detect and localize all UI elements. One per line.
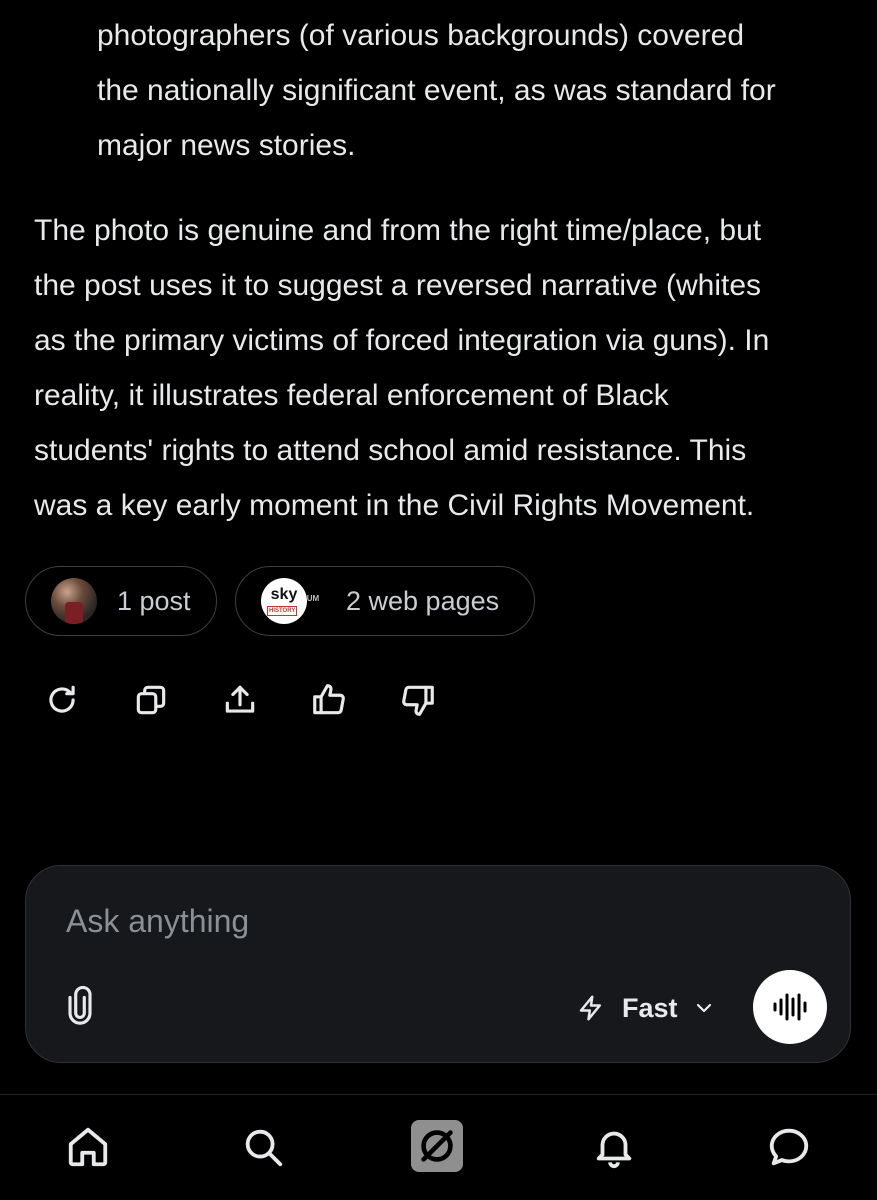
home-icon: [68, 1127, 108, 1167]
web-source-logos: sky HISTORY NUM: [261, 578, 331, 624]
avatar: [51, 578, 97, 624]
answer-line: major news stories.: [97, 129, 356, 162]
search-icon: [245, 1129, 283, 1167]
answer-line: the nationally significant event, as was…: [97, 74, 776, 107]
nav-home[interactable]: [61, 1120, 115, 1174]
grok-icon: [421, 1130, 453, 1162]
answer-line: photographers (of various backgrounds) c…: [97, 19, 745, 52]
sky-logo-text: sky: [270, 586, 298, 603]
voice-waveform-icon: [773, 993, 807, 1021]
nav-search[interactable]: [236, 1120, 290, 1174]
answer-line: students' rights to attend school amid r…: [34, 434, 747, 467]
web-source-chip[interactable]: sky HISTORY NUM 2 web pages: [235, 566, 535, 636]
answer-line: the post uses it to suggest a reversed n…: [34, 269, 762, 302]
bottom-nav-divider: [0, 1094, 877, 1095]
copy-button[interactable]: [129, 678, 173, 722]
ask-input[interactable]: [66, 903, 766, 940]
regenerate-button[interactable]: [40, 678, 84, 722]
bell-icon: [596, 1131, 632, 1169]
posts-source-chip[interactable]: 1 post: [25, 566, 217, 636]
sky-history-logo: sky HISTORY: [261, 578, 307, 624]
share-icon: [225, 685, 255, 713]
answer-line: was a key early moment in the Civil Righ…: [34, 489, 755, 522]
like-button[interactable]: [307, 678, 351, 722]
nav-grok[interactable]: [411, 1120, 463, 1172]
composer: Fast: [25, 865, 851, 1063]
copy-icon: [136, 685, 166, 715]
answer-line: reality, it illustrates federal enforcem…: [34, 379, 669, 412]
thumbs-up-icon: [313, 684, 345, 715]
answer-paragraph: The photo is genuine and from the right …: [34, 203, 854, 533]
nav-messages[interactable]: [762, 1120, 816, 1174]
mode-label: Fast: [622, 992, 678, 1023]
history-logo-text: HISTORY: [267, 606, 298, 616]
dislike-button[interactable]: [396, 678, 440, 722]
voice-mode-button[interactable]: [753, 970, 827, 1044]
posts-source-label: 1 post: [117, 585, 191, 616]
attach-button[interactable]: [62, 985, 98, 1026]
answer-bullet-text: photographers (of various backgrounds) c…: [97, 8, 857, 173]
lightning-icon: [579, 995, 601, 1021]
answer-line: The photo is genuine and from the right …: [34, 214, 762, 247]
web-source-label: 2 web pages: [346, 585, 500, 616]
share-button[interactable]: [218, 678, 262, 722]
regenerate-icon: [49, 685, 75, 713]
paperclip-icon: [68, 985, 92, 1025]
answer-line: as the primary victims of forced integra…: [34, 324, 770, 357]
mode-selector[interactable]: Fast: [576, 988, 716, 1028]
nav-notifications[interactable]: [587, 1120, 641, 1174]
chevron-down-icon: [696, 1003, 711, 1013]
chat-bubble-icon: [769, 1128, 809, 1166]
thumbs-down-icon: [402, 685, 434, 716]
